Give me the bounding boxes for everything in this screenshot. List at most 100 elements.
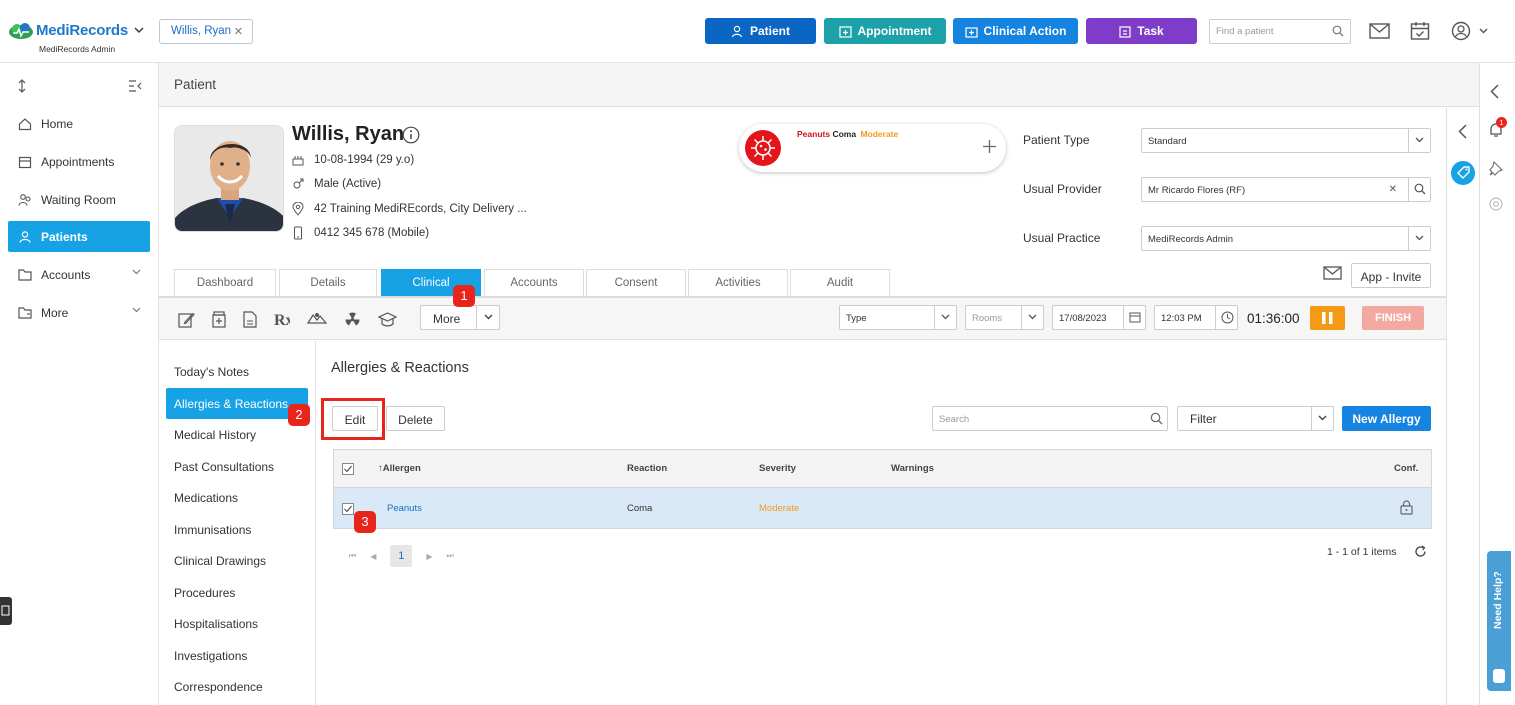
select-all-checkbox[interactable] xyxy=(342,463,354,475)
find-patient-input[interactable]: Find a patient xyxy=(1209,19,1351,44)
col-allergen[interactable]: ↑Allergen xyxy=(378,463,421,474)
new-task-button[interactable]: Task xyxy=(1086,18,1197,44)
refresh-icon[interactable] xyxy=(1414,545,1427,558)
patient-type-select[interactable]: Standard xyxy=(1141,128,1431,153)
document-icon[interactable] xyxy=(243,311,257,328)
tab-consent[interactable]: Consent xyxy=(586,269,686,296)
search-icon[interactable] xyxy=(1408,178,1430,201)
row-checkbox[interactable] xyxy=(342,503,354,515)
sidebar-item-appointments[interactable]: Appointments xyxy=(8,146,150,177)
date-input[interactable]: 17/08/2023 xyxy=(1052,305,1146,330)
patient-photo[interactable] xyxy=(174,125,284,232)
nav-investigations[interactable]: Investigations xyxy=(166,640,308,671)
first-page-icon[interactable]: ⏮ xyxy=(349,551,356,561)
prev-page-icon[interactable]: ◀ xyxy=(370,552,376,561)
brand-name[interactable]: MediRecords xyxy=(36,22,128,39)
prescription-bottle-icon[interactable] xyxy=(212,311,226,328)
app-invite-button[interactable]: App - Invite xyxy=(1351,263,1431,288)
clock-icon[interactable] xyxy=(1215,306,1237,329)
chevron-left-icon[interactable] xyxy=(1458,124,1467,139)
pause-button[interactable] xyxy=(1310,306,1345,330)
pin-icon[interactable] xyxy=(1489,161,1503,176)
allergy-search-input[interactable]: Search xyxy=(932,406,1168,431)
finish-button[interactable]: FINISH xyxy=(1362,306,1424,330)
clear-icon[interactable]: ✕ xyxy=(1389,184,1397,195)
chevron-down-icon[interactable] xyxy=(132,269,141,275)
nav-todays-notes[interactable]: Today's Notes xyxy=(166,356,308,387)
search-icon[interactable] xyxy=(1332,25,1344,37)
tab-dashboard[interactable]: Dashboard xyxy=(174,269,276,296)
edit-button[interactable]: Edit xyxy=(332,406,378,431)
tab-details[interactable]: Details xyxy=(279,269,377,296)
usual-provider-input[interactable]: Mr Ricardo Flores (RF) ✕ xyxy=(1141,177,1431,202)
nav-allergies-reactions[interactable]: Allergies & Reactions xyxy=(166,388,308,419)
chevron-down-icon[interactable] xyxy=(1021,306,1043,329)
new-appointment-button[interactable]: Appointment xyxy=(824,18,946,44)
chevron-down-icon[interactable] xyxy=(1408,227,1430,250)
brand-chevron-down-icon[interactable] xyxy=(134,27,144,33)
rooms-select[interactable]: Rooms xyxy=(965,305,1044,330)
sidebar-item-patients[interactable]: Patients xyxy=(8,221,150,252)
type-select[interactable]: Type xyxy=(839,305,957,330)
tag-icon[interactable] xyxy=(1451,161,1475,185)
side-handle-icon[interactable] xyxy=(0,597,12,625)
next-page-icon[interactable]: ▶ xyxy=(426,552,432,561)
patient-tab[interactable]: Willis, Ryan ✕ xyxy=(159,19,253,44)
nav-correspondence[interactable]: Correspondence xyxy=(166,671,308,702)
envelope-icon[interactable] xyxy=(1323,266,1342,280)
info-icon[interactable] xyxy=(402,126,420,144)
chevron-down-icon[interactable] xyxy=(1311,407,1333,430)
sidebar-item-accounts[interactable]: Accounts xyxy=(8,259,150,290)
col-severity[interactable]: Severity xyxy=(759,463,796,474)
usual-practice-select[interactable]: MediRecords Admin xyxy=(1141,226,1431,251)
chevron-down-icon[interactable] xyxy=(934,306,956,329)
filter-select[interactable]: Filter xyxy=(1177,406,1334,431)
chevron-down-icon[interactable] xyxy=(476,306,499,329)
at-sign-icon[interactable] xyxy=(1489,197,1503,211)
calendar-check-icon[interactable] xyxy=(1410,21,1430,41)
row-allergen[interactable]: Peanuts xyxy=(387,503,422,514)
education-icon[interactable] xyxy=(378,311,397,328)
user-account-icon[interactable] xyxy=(1451,21,1489,41)
sidebar-item-more[interactable]: More xyxy=(8,297,150,328)
page-number[interactable]: 1 xyxy=(390,545,413,567)
new-patient-button[interactable]: Patient xyxy=(705,18,816,44)
time-input[interactable]: 12:03 PM xyxy=(1154,305,1238,330)
col-warnings[interactable]: Warnings xyxy=(891,463,934,474)
mail-icon[interactable] xyxy=(1369,23,1390,39)
allergy-alert-card[interactable]: Peanuts Coma Moderate xyxy=(739,124,1006,172)
lock-icon[interactable] xyxy=(1400,500,1413,515)
nav-hospitalisations[interactable]: Hospitalisations xyxy=(166,608,308,639)
new-clinical-action-button[interactable]: Clinical Action xyxy=(953,18,1078,44)
resize-vertical-icon[interactable] xyxy=(17,79,27,93)
chevron-down-icon[interactable] xyxy=(132,307,141,313)
edit-notes-icon[interactable] xyxy=(178,311,195,328)
table-row[interactable]: Peanuts Coma Moderate xyxy=(334,488,1431,528)
col-reaction[interactable]: Reaction xyxy=(627,463,667,474)
delete-button[interactable]: Delete xyxy=(386,406,445,431)
radiation-icon[interactable] xyxy=(344,311,361,328)
rx-icon[interactable]: Rx xyxy=(274,311,290,328)
chevron-down-icon[interactable] xyxy=(1408,129,1430,152)
tab-activities[interactable]: Activities xyxy=(688,269,788,296)
nav-immunisations[interactable]: Immunisations xyxy=(166,514,308,545)
nav-past-consultations[interactable]: Past Consultations xyxy=(166,451,308,482)
sidebar-item-home[interactable]: Home xyxy=(8,108,150,139)
nav-procedures[interactable]: Procedures xyxy=(166,577,308,608)
tab-accounts[interactable]: Accounts xyxy=(484,269,584,296)
new-allergy-button[interactable]: New Allergy xyxy=(1342,406,1431,431)
collapse-sidebar-icon[interactable] xyxy=(128,80,142,92)
calendar-icon[interactable] xyxy=(1123,306,1145,329)
add-allergy-plus-icon[interactable] xyxy=(982,139,997,154)
sidebar-item-waiting-room[interactable]: Waiting Room xyxy=(8,184,150,215)
chevron-left-icon[interactable] xyxy=(1490,84,1499,99)
tab-audit[interactable]: Audit xyxy=(790,269,890,296)
nav-medical-history[interactable]: Medical History xyxy=(166,419,308,450)
nav-clinical-drawings[interactable]: Clinical Drawings xyxy=(166,545,308,576)
last-page-icon[interactable]: ⏭ xyxy=(447,551,454,561)
more-dropdown[interactable]: More xyxy=(420,305,500,330)
clinical-action-icon[interactable] xyxy=(307,311,327,328)
close-icon[interactable]: ✕ xyxy=(234,25,243,38)
nav-medications[interactable]: Medications xyxy=(166,482,308,513)
search-icon[interactable] xyxy=(1150,412,1163,425)
